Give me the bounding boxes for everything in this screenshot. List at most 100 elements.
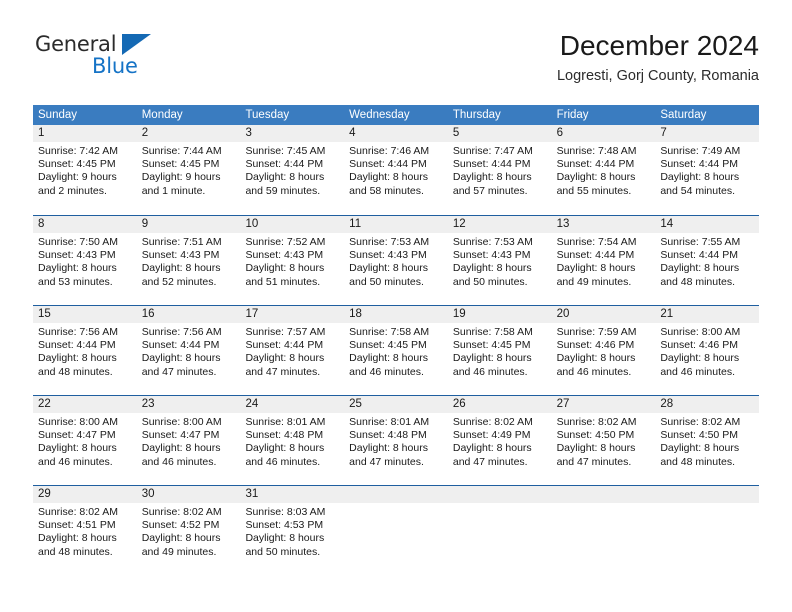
day-cell[interactable]: 22 Sunrise: 8:00 AM Sunset: 4:47 PM Dayl…	[33, 396, 137, 485]
day-number: 16	[136, 306, 241, 323]
day-info: Sunrise: 7:58 AM Sunset: 4:45 PM Dayligh…	[344, 323, 448, 379]
day-number: 27	[551, 396, 656, 413]
day-number: 1	[33, 125, 137, 142]
daylight-text-line2: and 2 minutes.	[38, 184, 107, 197]
sunrise-text: Sunrise: 7:45 AM	[245, 145, 326, 157]
day-cell[interactable]: 19 Sunrise: 7:58 AM Sunset: 4:45 PM Dayl…	[447, 306, 552, 395]
day-info: Sunrise: 8:02 AM Sunset: 4:51 PM Dayligh…	[33, 503, 137, 559]
daylight-text-line1: Daylight: 9 hours	[141, 171, 221, 184]
sunrise-text: Sunrise: 7:56 AM	[38, 326, 118, 338]
day-cell[interactable]: 17 Sunrise: 7:57 AM Sunset: 4:44 PM Dayl…	[240, 306, 345, 395]
day-cell[interactable]: 9 Sunrise: 7:51 AM Sunset: 4:43 PM Dayli…	[136, 216, 241, 305]
daylight-text-line1: Daylight: 8 hours	[452, 171, 532, 184]
day-number: 30	[136, 486, 241, 503]
sunset-text: Sunset: 4:46 PM	[660, 339, 738, 352]
day-cell[interactable]: 23 Sunrise: 8:00 AM Sunset: 4:47 PM Dayl…	[136, 396, 241, 485]
sunset-text: Sunset: 4:48 PM	[349, 429, 427, 442]
day-info: Sunrise: 7:51 AM Sunset: 4:43 PM Dayligh…	[137, 233, 241, 289]
day-cell[interactable]: 10 Sunrise: 7:52 AM Sunset: 4:43 PM Dayl…	[240, 216, 345, 305]
daylight-text-line2: and 52 minutes.	[141, 275, 217, 288]
day-cell[interactable]: 12 Sunrise: 7:53 AM Sunset: 4:43 PM Dayl…	[447, 216, 552, 305]
day-number: 26	[447, 396, 552, 413]
day-number: 9	[136, 216, 241, 233]
generalblue-logo[interactable]: General Blue	[33, 32, 213, 86]
sunrise-text: Sunrise: 8:02 AM	[452, 416, 533, 428]
sunrise-text: Sunrise: 8:02 AM	[141, 506, 222, 518]
day-cell[interactable]: 25 Sunrise: 8:01 AM Sunset: 4:48 PM Dayl…	[344, 396, 448, 485]
day-cell[interactable]: 18 Sunrise: 7:58 AM Sunset: 4:45 PM Dayl…	[344, 306, 448, 395]
day-number: 22	[33, 396, 137, 413]
sunrise-text: Sunrise: 7:47 AM	[452, 145, 533, 157]
day-cell[interactable]: 5 Sunrise: 7:47 AM Sunset: 4:44 PM Dayli…	[447, 125, 552, 215]
daylight-text-line1: Daylight: 8 hours	[556, 171, 636, 184]
sunset-text: Sunset: 4:49 PM	[452, 429, 531, 442]
sunset-text: Sunset: 4:44 PM	[245, 158, 324, 171]
daylight-text-line2: and 1 minute.	[141, 184, 206, 197]
week-row: 29 Sunrise: 8:02 AM Sunset: 4:51 PM Dayl…	[33, 485, 760, 575]
day-cell[interactable]: 2 Sunrise: 7:44 AM Sunset: 4:45 PM Dayli…	[136, 125, 241, 215]
day-cell[interactable]: 27 Sunrise: 8:02 AM Sunset: 4:50 PM Dayl…	[551, 396, 656, 485]
day-cell[interactable]: 4 Sunrise: 7:46 AM Sunset: 4:44 PM Dayli…	[344, 125, 448, 215]
sunset-text: Sunset: 4:44 PM	[38, 339, 116, 352]
daylight-text-line2: and 47 minutes.	[452, 455, 528, 468]
daylight-text-line1: Daylight: 8 hours	[141, 352, 221, 365]
sunrise-text: Sunrise: 8:02 AM	[556, 416, 637, 428]
day-cell[interactable]: 21 Sunrise: 8:00 AM Sunset: 4:46 PM Dayl…	[655, 306, 760, 395]
day-cell[interactable]: 31 Sunrise: 8:03 AM Sunset: 4:53 PM Dayl…	[240, 486, 345, 575]
day-info: Sunrise: 8:01 AM Sunset: 4:48 PM Dayligh…	[240, 413, 344, 469]
sunrise-text: Sunrise: 7:58 AM	[452, 326, 533, 338]
daylight-text-line2: and 57 minutes.	[452, 184, 528, 197]
day-cell[interactable]: 8 Sunrise: 7:50 AM Sunset: 4:43 PM Dayli…	[33, 216, 137, 305]
day-info: Sunrise: 7:42 AM Sunset: 4:45 PM Dayligh…	[33, 142, 137, 198]
sunset-text: Sunset: 4:47 PM	[141, 429, 220, 442]
daylight-text-line2: and 47 minutes.	[556, 455, 632, 468]
sunset-text: Sunset: 4:46 PM	[556, 339, 635, 352]
day-cell[interactable]: 14 Sunrise: 7:55 AM Sunset: 4:44 PM Dayl…	[655, 216, 760, 305]
day-number: 24	[240, 396, 345, 413]
sunrise-text: Sunrise: 7:42 AM	[38, 145, 118, 157]
day-number: 5	[447, 125, 552, 142]
sunset-text: Sunset: 4:43 PM	[245, 249, 324, 262]
day-cell[interactable]: 3 Sunrise: 7:45 AM Sunset: 4:44 PM Dayli…	[240, 125, 345, 215]
sunrise-text: Sunrise: 7:54 AM	[556, 236, 637, 248]
sunrise-text: Sunrise: 8:00 AM	[38, 416, 118, 428]
day-info: Sunrise: 8:00 AM Sunset: 4:47 PM Dayligh…	[33, 413, 137, 469]
day-cell[interactable]: 30 Sunrise: 8:02 AM Sunset: 4:52 PM Dayl…	[136, 486, 241, 575]
day-info: Sunrise: 7:54 AM Sunset: 4:44 PM Dayligh…	[552, 233, 656, 289]
day-cell[interactable]: 15 Sunrise: 7:56 AM Sunset: 4:44 PM Dayl…	[33, 306, 137, 395]
sunrise-text: Sunrise: 8:03 AM	[245, 506, 326, 518]
day-cell[interactable]: 11 Sunrise: 7:53 AM Sunset: 4:43 PM Dayl…	[344, 216, 448, 305]
sunrise-text: Sunrise: 7:56 AM	[141, 326, 222, 338]
weekday-header-sunday: Sunday	[38, 109, 78, 121]
day-number: 15	[33, 306, 137, 323]
day-cell-empty	[447, 486, 552, 575]
daylight-text-line2: and 48 minutes.	[660, 275, 736, 288]
day-cell[interactable]: 28 Sunrise: 8:02 AM Sunset: 4:50 PM Dayl…	[655, 396, 760, 485]
day-cell[interactable]: 6 Sunrise: 7:48 AM Sunset: 4:44 PM Dayli…	[551, 125, 656, 215]
sunset-text: Sunset: 4:44 PM	[349, 158, 427, 171]
day-number: 23	[136, 396, 241, 413]
day-cell[interactable]: 26 Sunrise: 8:02 AM Sunset: 4:49 PM Dayl…	[447, 396, 552, 485]
day-info: Sunrise: 8:01 AM Sunset: 4:48 PM Dayligh…	[344, 413, 448, 469]
day-info: Sunrise: 7:55 AM Sunset: 4:44 PM Dayligh…	[655, 233, 759, 289]
day-cell-empty	[551, 486, 656, 575]
daylight-text-line2: and 51 minutes.	[245, 275, 321, 288]
day-number: 20	[551, 306, 656, 323]
day-cell[interactable]: 7 Sunrise: 7:49 AM Sunset: 4:44 PM Dayli…	[655, 125, 760, 215]
day-number: 7	[655, 125, 760, 142]
sunrise-text: Sunrise: 7:55 AM	[660, 236, 741, 248]
daylight-text-line1: Daylight: 8 hours	[38, 262, 117, 275]
daylight-text-line1: Daylight: 8 hours	[245, 352, 325, 365]
daylight-text-line1: Daylight: 8 hours	[245, 171, 325, 184]
calendar-grid: Sunday Monday Tuesday Wednesday Thursday…	[33, 105, 760, 575]
day-cell[interactable]: 20 Sunrise: 7:59 AM Sunset: 4:46 PM Dayl…	[551, 306, 656, 395]
day-cell[interactable]: 24 Sunrise: 8:01 AM Sunset: 4:48 PM Dayl…	[240, 396, 345, 485]
day-cell[interactable]: 16 Sunrise: 7:56 AM Sunset: 4:44 PM Dayl…	[136, 306, 241, 395]
day-info: Sunrise: 7:50 AM Sunset: 4:43 PM Dayligh…	[33, 233, 137, 289]
day-cell[interactable]: 1 Sunrise: 7:42 AM Sunset: 4:45 PM Dayli…	[33, 125, 137, 215]
day-cell[interactable]: 29 Sunrise: 8:02 AM Sunset: 4:51 PM Dayl…	[33, 486, 137, 575]
daylight-text-line2: and 54 minutes.	[660, 184, 736, 197]
day-cell[interactable]: 13 Sunrise: 7:54 AM Sunset: 4:44 PM Dayl…	[551, 216, 656, 305]
weekday-header-row: Sunday Monday Tuesday Wednesday Thursday…	[33, 105, 759, 125]
daylight-text-line1: Daylight: 8 hours	[660, 442, 740, 455]
